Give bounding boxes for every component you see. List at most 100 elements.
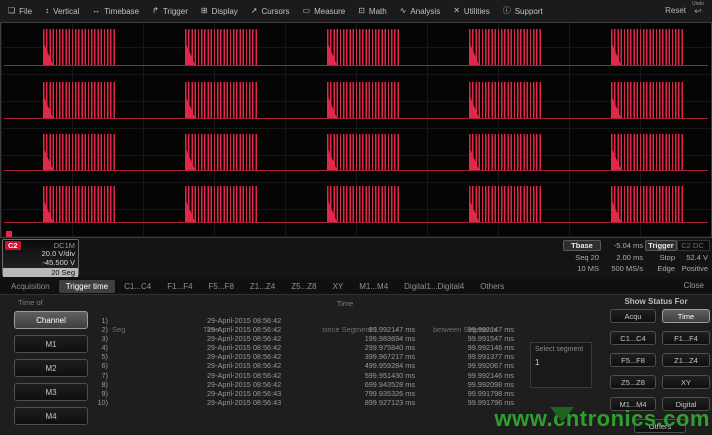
burst-pulses <box>43 186 116 222</box>
menu-item-math[interactable]: ⊡Math <box>358 7 387 16</box>
sample-rate: 500 MS/s <box>601 264 645 273</box>
tab-z1-z4[interactable]: Z1...Z4 <box>243 280 282 293</box>
cell-between-segments: 99.992146 ms <box>415 371 514 380</box>
burst-pulses <box>185 82 258 118</box>
table-row: 7)29-April-2015 08:56:42599.951430 ms99.… <box>88 371 514 380</box>
cell-between-segments: 99.991547 ms <box>415 334 514 343</box>
menu-item-vertical[interactable]: ↕Vertical <box>45 7 79 16</box>
segment-burst <box>43 82 116 118</box>
tab-others[interactable]: Others <box>473 280 511 293</box>
cell-since-segment1: 599.951430 ms <box>298 371 415 380</box>
cell-time: 29-April-2015 08:56:42 <box>108 316 298 325</box>
segment-burst <box>469 186 542 222</box>
segment-burst <box>43 134 116 170</box>
tab-c1-c4[interactable]: C1...C4 <box>117 280 158 293</box>
menu-item-timebase[interactable]: ↔Timebase <box>92 7 139 16</box>
trigger-label[interactable]: Trigger <box>645 240 677 251</box>
table-row: 4)29-April-2015 08:56:42299.975840 ms99.… <box>88 343 514 352</box>
segment-burst <box>185 134 258 170</box>
menu-item-display[interactable]: ⊞Display <box>201 7 238 16</box>
menu-item-cursors[interactable]: ➚Cursors <box>251 7 290 16</box>
show-status-button-z1-z4[interactable]: Z1...Z4 <box>662 353 710 367</box>
cell-seg: 2) <box>88 325 108 334</box>
trigger-level: 52.4 V <box>677 253 710 262</box>
display-grid-icon: ⊞ <box>201 7 208 15</box>
table-row: 10)29-April-2015 08:56:43899.927123 ms99… <box>88 398 514 407</box>
cell-time: 29-April-2015 08:56:42 <box>108 334 298 343</box>
burst-pulses <box>469 186 542 222</box>
tab-xy[interactable]: XY <box>326 280 351 293</box>
show-status-button-time[interactable]: Time <box>662 309 710 323</box>
close-button[interactable]: Close <box>684 281 704 290</box>
sample-count: 10 MS <box>563 264 601 273</box>
source-button-m4[interactable]: M4 <box>14 407 88 425</box>
cell-between-segments: 99.991798 ms <box>415 389 514 398</box>
cell-between-segments: 99.992146 ms <box>415 343 514 352</box>
source-button-m2[interactable]: M2 <box>14 359 88 377</box>
burst-pulses <box>185 134 258 170</box>
table-group-header: Time <box>300 299 390 308</box>
menu-item-analysis[interactable]: ∿Analysis <box>400 7 441 16</box>
waveform-display[interactable] <box>0 22 712 238</box>
cell-since-segment1: 499.959284 ms <box>298 361 415 370</box>
show-status-button-f1-f4[interactable]: F1...F4 <box>662 331 710 345</box>
tab-z5-z8[interactable]: Z5...Z8 <box>284 280 323 293</box>
file-icon: ❏ <box>8 7 15 15</box>
menu-item-label: Math <box>369 7 387 16</box>
tab-digital1-digital4[interactable]: Digital1...Digital4 <box>397 280 471 293</box>
burst-pulses <box>185 186 258 222</box>
cell-seg: 5) <box>88 352 108 361</box>
segment-burst <box>327 186 400 222</box>
menu-item-trigger[interactable]: ↱Trigger <box>152 7 188 16</box>
tab-trigger-time[interactable]: Trigger time <box>59 280 115 293</box>
burst-pulses <box>611 186 684 222</box>
burst-pulses <box>43 134 116 170</box>
show-status-button-z5-z8[interactable]: Z5...Z8 <box>610 375 656 389</box>
trigger-time-table: 1)29-April-2015 08:56:422)29-April-2015 … <box>88 316 514 407</box>
undo-arrow-icon: ↩ <box>694 7 702 16</box>
channel-descriptor-box[interactable]: C2 DC1M 20.0 V/div -45.500 V 20 Seg <box>2 239 79 276</box>
show-status-button-c1-c4[interactable]: C1...C4 <box>610 331 656 345</box>
segment-burst <box>611 29 684 65</box>
burst-pulses <box>43 82 116 118</box>
cell-between-segments: 99.992147 ms <box>415 325 514 334</box>
horizontal-arrows-icon: ↔ <box>92 7 100 15</box>
source-button-m1[interactable]: M1 <box>14 335 88 353</box>
menu-item-label: Analysis <box>410 7 440 16</box>
tab-f1-f4[interactable]: F1...F4 <box>160 280 199 293</box>
reset-button[interactable]: Reset <box>665 0 686 22</box>
burst-pulses <box>469 29 542 65</box>
trigger-edge-icon: ↱ <box>152 7 159 15</box>
source-button-m3[interactable]: M3 <box>14 383 88 401</box>
tbase-label[interactable]: Tbase <box>563 240 601 251</box>
menu-bar-items: ❏File ↕Vertical ↔Timebase ↱Trigger ⊞Display ➚… <box>0 7 543 16</box>
tab-f5-f8[interactable]: F5...F8 <box>202 280 241 293</box>
burst-pulses <box>611 134 684 170</box>
cell-time: 29-April-2015 08:56:43 <box>108 398 298 407</box>
show-status-button-acqu[interactable]: Acqu <box>610 309 656 323</box>
show-status-button-xy[interactable]: XY <box>662 375 710 389</box>
burst-pulses <box>469 134 542 170</box>
menu-item-measure[interactable]: ▭Measure <box>303 7 346 16</box>
burst-pulses <box>327 186 400 222</box>
menu-item-support[interactable]: ⓘSupport <box>503 7 543 16</box>
undo-button[interactable]: Undo ↩ <box>689 2 707 20</box>
menu-item-file[interactable]: ❏File <box>8 7 32 16</box>
cell-seg: 3) <box>88 334 108 343</box>
segment-burst <box>327 29 400 65</box>
source-button-channel[interactable]: Channel <box>14 311 88 329</box>
status-tabs: AcquisitionTrigger timeC1...C4F1...F4F5.… <box>0 278 712 295</box>
cell-since-segment1: 699.943528 ms <box>298 380 415 389</box>
trigger-type: Edge <box>645 264 677 273</box>
timebase-trigger-status[interactable]: Tbase -5.04 ms Trigger C2 DC Seq 20 2.00… <box>563 240 710 273</box>
status-strip: C2 DC1M 20.0 V/div -45.500 V 20 Seg Tbas… <box>0 238 712 279</box>
table-row: 1)29-April-2015 08:56:42 <box>88 316 514 325</box>
table-row: 5)29-April-2015 08:56:42399.967217 ms99.… <box>88 352 514 361</box>
tab-m1-m4[interactable]: M1...M4 <box>352 280 395 293</box>
show-status-button-f5-f8[interactable]: F5...F8 <box>610 353 656 367</box>
cell-time: 29-April-2015 08:56:42 <box>108 325 298 334</box>
menu-item-utilities[interactable]: ✕Utilities <box>453 7 489 16</box>
cell-time: 29-April-2015 08:56:42 <box>108 352 298 361</box>
tab-acquisition[interactable]: Acquisition <box>4 280 57 293</box>
select-segment-field[interactable]: Select segment 1 <box>530 342 592 388</box>
